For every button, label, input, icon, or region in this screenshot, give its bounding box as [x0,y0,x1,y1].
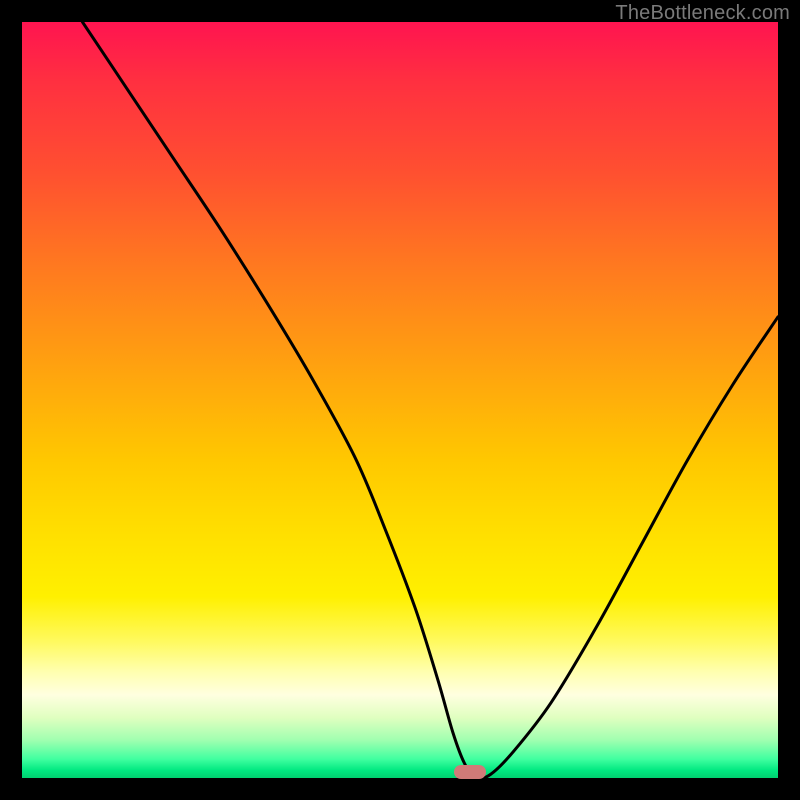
optimal-point-marker [454,765,486,779]
bottleneck-curve [82,22,778,778]
watermark-text: TheBottleneck.com [615,2,790,25]
plot-area [22,22,778,778]
chart-container: { "watermark": "TheBottleneck.com", "cha… [0,0,800,800]
curve-layer [22,22,778,778]
